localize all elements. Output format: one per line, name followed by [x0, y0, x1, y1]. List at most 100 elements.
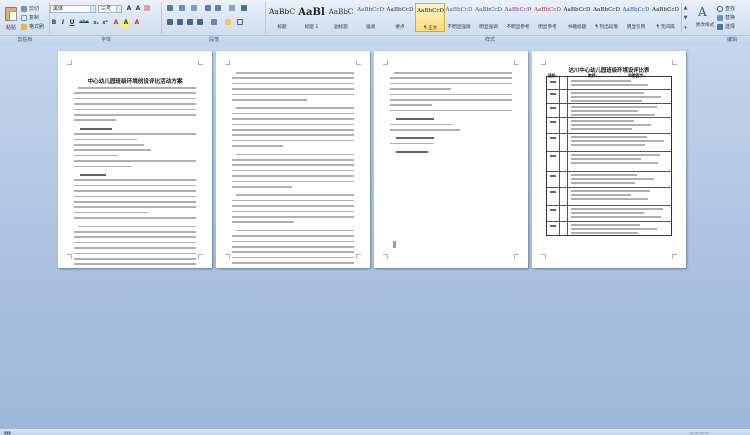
- align-left-icon: [167, 19, 173, 25]
- text-effects-button[interactable]: A: [112, 19, 120, 27]
- align-right-button[interactable]: [186, 19, 194, 27]
- select-button[interactable]: 选择: [717, 23, 735, 30]
- align-left-button[interactable]: [166, 19, 174, 27]
- table-cell-text: [571, 96, 661, 98]
- text-line: [390, 88, 451, 90]
- borders-button[interactable]: [236, 19, 244, 27]
- text-line: [232, 112, 354, 115]
- text-line: [80, 174, 106, 176]
- table-cell-text: [571, 124, 651, 126]
- style-name: 要点: [395, 25, 405, 30]
- table-cell-text: [571, 212, 644, 214]
- numbering-button[interactable]: [178, 5, 186, 13]
- align-center-button[interactable]: [176, 19, 184, 27]
- text-line: [74, 206, 196, 208]
- justify-button[interactable]: [196, 19, 204, 27]
- sort-icon: [229, 5, 235, 11]
- style-item[interactable]: AaBbCcD 强调: [356, 3, 386, 32]
- text-line: [236, 72, 354, 74]
- font-name-select[interactable]: 黑体: [50, 5, 96, 13]
- page-title: 达川中心幼儿园班级环境设评比表: [568, 68, 650, 74]
- style-preview: AaBbCcD: [622, 7, 650, 13]
- font-color-button[interactable]: A: [133, 19, 141, 27]
- style-item[interactable]: AaBbCcD 书籍标题: [562, 3, 592, 32]
- highlight-button[interactable]: A: [122, 19, 130, 27]
- cut-button[interactable]: 剪切: [21, 5, 39, 12]
- style-name: 明显引用: [626, 25, 646, 30]
- strikethrough-button[interactable]: abe: [78, 19, 90, 27]
- style-item[interactable]: AaBbCcD 明显强调: [474, 3, 504, 32]
- style-item[interactable]: AaBbCcD ¶ 列出段落: [592, 3, 622, 32]
- style-item[interactable]: AaBbCcD 明显参考: [533, 3, 563, 32]
- bullets-button[interactable]: [166, 5, 174, 13]
- format-painter-button[interactable]: 格式刷: [21, 23, 44, 30]
- text-line: [74, 149, 151, 151]
- replace-button[interactable]: 替换: [717, 14, 735, 21]
- text-line: [232, 118, 354, 120]
- crop-mark: [541, 60, 546, 65]
- change-styles-icon: A: [698, 5, 707, 19]
- text-line: [236, 153, 354, 156]
- increase-indent-button[interactable]: [214, 5, 222, 13]
- table-row-label: [550, 81, 556, 83]
- text-line: [232, 77, 354, 79]
- table-cell-text: [571, 84, 648, 86]
- table-cell-text: [571, 182, 635, 184]
- text-line: [232, 186, 292, 188]
- document-page-2[interactable]: [216, 51, 370, 268]
- document-workspace[interactable]: 中心幼儿园班级环境创设评比活动方案 达川中心幼儿园班级环境设评比表 班级: 教师…: [0, 44, 750, 428]
- eraser-icon: [144, 5, 150, 11]
- paste-button[interactable]: 粘贴: [3, 5, 19, 33]
- text-line: [232, 164, 354, 166]
- style-item[interactable]: AaBl 标题 1: [297, 3, 327, 32]
- style-item[interactable]: AaBbC 副标题: [326, 3, 356, 32]
- clear-format-button[interactable]: [143, 5, 151, 13]
- text-line: [396, 118, 434, 121]
- evaluation-table[interactable]: [546, 76, 672, 236]
- superscript-button[interactable]: x²: [101, 19, 109, 27]
- style-name: 书籍标题: [567, 25, 587, 30]
- style-item[interactable]: AaBbCcD ¶ 正文: [414, 3, 445, 32]
- text-line: [390, 99, 512, 101]
- multilevel-list-button[interactable]: [190, 5, 198, 13]
- sort-button[interactable]: [228, 5, 236, 13]
- font-size-select[interactable]: 三号: [98, 5, 122, 13]
- style-item[interactable]: AaBbCcD 不明显参考: [503, 3, 533, 32]
- text-line: [74, 97, 196, 100]
- italic-button[interactable]: I: [59, 19, 67, 27]
- table-row-label: [550, 93, 556, 95]
- decrease-indent-button[interactable]: [204, 5, 212, 13]
- style-item[interactable]: AaBbCcD ¶ 无间隔: [651, 3, 681, 32]
- style-item[interactable]: AaBbCcD 明显引用: [621, 3, 651, 32]
- copy-button[interactable]: 复制: [21, 14, 39, 21]
- bold-button[interactable]: B: [50, 19, 58, 27]
- crop-mark: [356, 254, 361, 259]
- change-styles-button[interactable]: A 更改样式: [696, 3, 714, 33]
- text-line: [74, 241, 196, 244]
- document-page-1[interactable]: 中心幼儿园班级环境创设评比活动方案: [58, 51, 212, 268]
- style-item[interactable]: AaBbC 标题: [267, 3, 297, 32]
- line-spacing-button[interactable]: [210, 19, 218, 27]
- shading-button[interactable]: [224, 19, 232, 27]
- view-buttons[interactable]: ▭ ▭ ▭ ▭: [690, 430, 709, 435]
- style-name: 副标题: [334, 25, 348, 30]
- document-page-3[interactable]: [374, 51, 528, 268]
- paragraph-group-label: 段落: [162, 35, 266, 44]
- style-name: 明显强调: [479, 25, 498, 30]
- text-line: [232, 199, 354, 202]
- font-group: 黑体 三号 A A B I U abe x₂ x² A A A: [50, 2, 162, 34]
- align-center-icon: [177, 19, 183, 25]
- text-line: [390, 142, 434, 145]
- underline-button[interactable]: U: [68, 19, 76, 27]
- show-marks-button[interactable]: [240, 5, 248, 13]
- text-line: [232, 175, 354, 177]
- find-button[interactable]: 查找: [717, 5, 735, 12]
- subscript-button[interactable]: x₂: [92, 19, 100, 27]
- grow-font-button[interactable]: A: [125, 5, 133, 13]
- document-page-4[interactable]: 达川中心幼儿园班级环境设评比表 班级: 教师: 评委签字:: [532, 51, 686, 268]
- style-item[interactable]: AaBbCcD 要点: [385, 3, 415, 32]
- outdent-icon: [205, 5, 211, 11]
- styles-gallery-scroll[interactable]: ▲ ▼ ▾: [681, 3, 689, 33]
- shrink-font-button[interactable]: A: [134, 5, 142, 13]
- style-item[interactable]: AaBbCcD 不明显强调: [444, 3, 474, 32]
